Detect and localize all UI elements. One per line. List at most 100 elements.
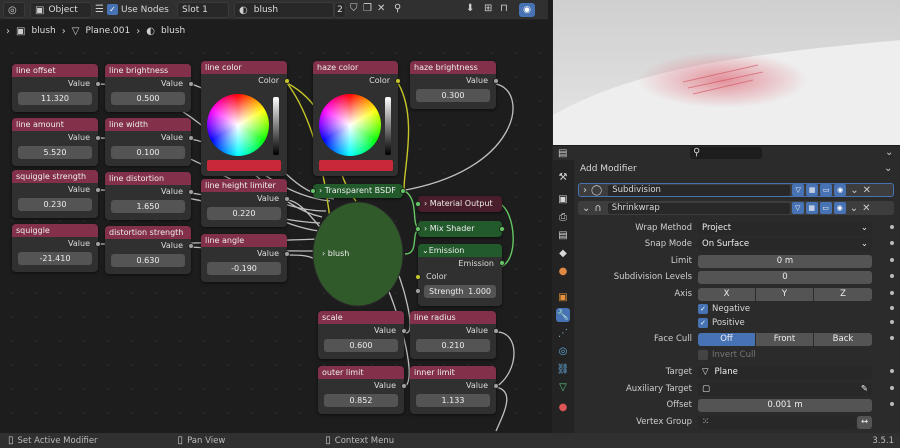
user-count[interactable]: 2: [334, 2, 346, 18]
material-tab-icon[interactable]: ●: [556, 400, 570, 414]
constraints-tab-icon[interactable]: ⛓: [556, 362, 570, 376]
input-socket[interactable]: [415, 201, 421, 207]
output-socket[interactable]: [493, 383, 499, 389]
output-socket[interactable]: [284, 196, 290, 202]
slot-dropdown[interactable]: Slot 1: [177, 2, 229, 18]
object-mode-dropdown[interactable]: ▣ Object: [30, 2, 92, 18]
snap-mode-dropdown[interactable]: On Surface ⌄: [698, 237, 872, 251]
on-cage-icon[interactable]: ▽: [791, 202, 804, 214]
aux-target-field[interactable]: ▢ ✎: [698, 382, 872, 396]
keyframe-dot[interactable]: [890, 241, 894, 245]
color-input-socket[interactable]: [415, 274, 421, 280]
remove-modifier-icon[interactable]: ✕: [862, 203, 870, 214]
node-value-field[interactable]: 0.600: [324, 339, 398, 352]
node-distortion-strength[interactable]: distortion strength Value 0.630: [105, 226, 194, 274]
data-tab-icon[interactable]: ▽: [556, 380, 570, 394]
offset-field[interactable]: 0.001 m: [698, 398, 872, 412]
output-socket[interactable]: [284, 251, 290, 257]
face-cull-back[interactable]: Back: [814, 332, 872, 346]
realtime-icon[interactable]: ▭: [819, 202, 832, 214]
keyframe-dot[interactable]: [890, 274, 894, 278]
render-camera-icon[interactable]: ◉: [833, 202, 846, 214]
breadcrumb-mesh[interactable]: Plane.001: [85, 26, 130, 36]
tool-tab-icon[interactable]: ⚒: [556, 170, 570, 184]
node-line-radius[interactable]: line radius Value 0.210: [410, 311, 499, 359]
node-line-amount[interactable]: line amount Value 5.520: [12, 118, 101, 166]
output-socket[interactable]: [284, 78, 290, 84]
output-socket[interactable]: [188, 243, 194, 249]
color-swatch[interactable]: [319, 160, 393, 171]
node-value-field[interactable]: 1.133: [416, 394, 490, 407]
material-selector[interactable]: ◐ blush: [234, 2, 334, 18]
node-editor-canvas[interactable]: line offset Value 11.320 line amount Val…: [0, 41, 548, 433]
node-value-field[interactable]: 0.630: [111, 254, 185, 267]
value-slider[interactable]: [273, 97, 279, 155]
render-camera-icon[interactable]: ◉: [834, 184, 847, 196]
magnet-icon[interactable]: ⊓: [500, 3, 508, 14]
node-line-height-limiter[interactable]: line height limiter Value 0.220: [201, 179, 290, 227]
keyframe-dot[interactable]: [890, 306, 894, 310]
node-scale[interactable]: scale Value 0.600: [318, 311, 407, 359]
node-value-field[interactable]: 1.650: [111, 200, 185, 213]
node-value-field[interactable]: 0.300: [416, 89, 490, 102]
output-socket[interactable]: [401, 328, 407, 334]
dropdown-icon[interactable]: ⌄: [850, 203, 858, 214]
strength-input-socket[interactable]: [415, 288, 421, 294]
keyframe-dot[interactable]: [890, 402, 894, 406]
output-socket[interactable]: [95, 135, 101, 141]
subdivision-levels-field[interactable]: 0: [698, 270, 872, 284]
modifier-menu-chevron-icon[interactable]: ⌄: [884, 163, 892, 174]
realtime-icon[interactable]: ▭: [820, 184, 833, 196]
collapse-chevron-icon[interactable]: ⌄: [582, 203, 590, 214]
output-socket[interactable]: [499, 226, 505, 232]
invert-vertex-group-icon[interactable]: ↔: [857, 415, 872, 429]
output-socket[interactable]: [499, 260, 505, 266]
node-material-output[interactable]: › Material Output: [415, 196, 502, 212]
axis-z-toggle[interactable]: Z: [814, 287, 872, 301]
node-mix-shader[interactable]: › Mix Shader: [415, 221, 505, 237]
particles-tab-icon[interactable]: ⋰: [556, 326, 570, 340]
input-socket[interactable]: [415, 226, 421, 232]
snap-icon[interactable]: ⊞: [484, 3, 492, 14]
node-outer-limit[interactable]: outer limit Value 0.852: [318, 366, 407, 414]
overlay-icon[interactable]: ⬇: [466, 3, 474, 14]
output-socket[interactable]: [188, 135, 194, 141]
pin-icon[interactable]: ⚲: [394, 3, 401, 14]
node-line-brightness[interactable]: line brightness Value 0.500: [105, 64, 194, 112]
keyframe-dot[interactable]: [890, 225, 894, 229]
color-wheel[interactable]: [319, 94, 381, 156]
view-layer-tab-icon[interactable]: ▤: [556, 228, 570, 242]
output-socket[interactable]: [493, 78, 499, 84]
modifier-shrinkwrap[interactable]: ⌄ ∩ Shrinkwrap ▽ ▦ ▭ ◉ ⌄ ✕: [578, 201, 894, 215]
editor-type-icon[interactable]: ▤: [558, 148, 567, 159]
node-haze-color[interactable]: haze color Color: [313, 61, 401, 176]
node-value-field[interactable]: 0.230: [18, 198, 92, 211]
modifier-name-field[interactable]: Subdivision: [608, 184, 791, 196]
modifier-tab-icon[interactable]: 🔧: [556, 308, 570, 322]
remove-modifier-icon[interactable]: ✕: [863, 185, 871, 196]
positive-checkbox[interactable]: ✓: [698, 318, 708, 328]
output-socket[interactable]: [493, 328, 499, 334]
color-wheel[interactable]: [207, 94, 269, 156]
invert-cull-checkbox[interactable]: [698, 350, 708, 360]
node-inner-limit[interactable]: inner limit Value 1.133: [410, 366, 499, 414]
on-cage-icon[interactable]: ▽: [792, 184, 805, 196]
node-emission[interactable]: ⌄ Emission Emission Color Strength 1.000: [415, 244, 505, 306]
keyframe-dot[interactable]: [890, 336, 894, 340]
node-value-field[interactable]: -0.190: [207, 262, 281, 275]
dropdown-icon[interactable]: ⌄: [850, 185, 858, 196]
node-line-color[interactable]: line color Color: [201, 61, 290, 176]
breadcrumb-object[interactable]: blush: [31, 26, 55, 36]
input-socket[interactable]: [310, 188, 316, 194]
collapse-chevron-icon[interactable]: ›: [6, 26, 10, 37]
node-line-distortion[interactable]: line distortion Value 1.650: [105, 172, 194, 220]
node-squiggle-strength[interactable]: squiggle strength Value 0.230: [12, 170, 101, 218]
face-cull-off[interactable]: Off: [698, 332, 755, 346]
breadcrumb-material[interactable]: blush: [161, 26, 185, 36]
output-socket[interactable]: [188, 81, 194, 87]
node-value-field[interactable]: 0.100: [111, 146, 185, 159]
wrap-method-dropdown[interactable]: Project ⌄: [698, 221, 872, 235]
object-tab-icon[interactable]: ▣: [556, 290, 570, 304]
fake-user-icon[interactable]: ⛉: [350, 3, 358, 14]
add-modifier-button[interactable]: Add Modifier: [580, 164, 637, 174]
